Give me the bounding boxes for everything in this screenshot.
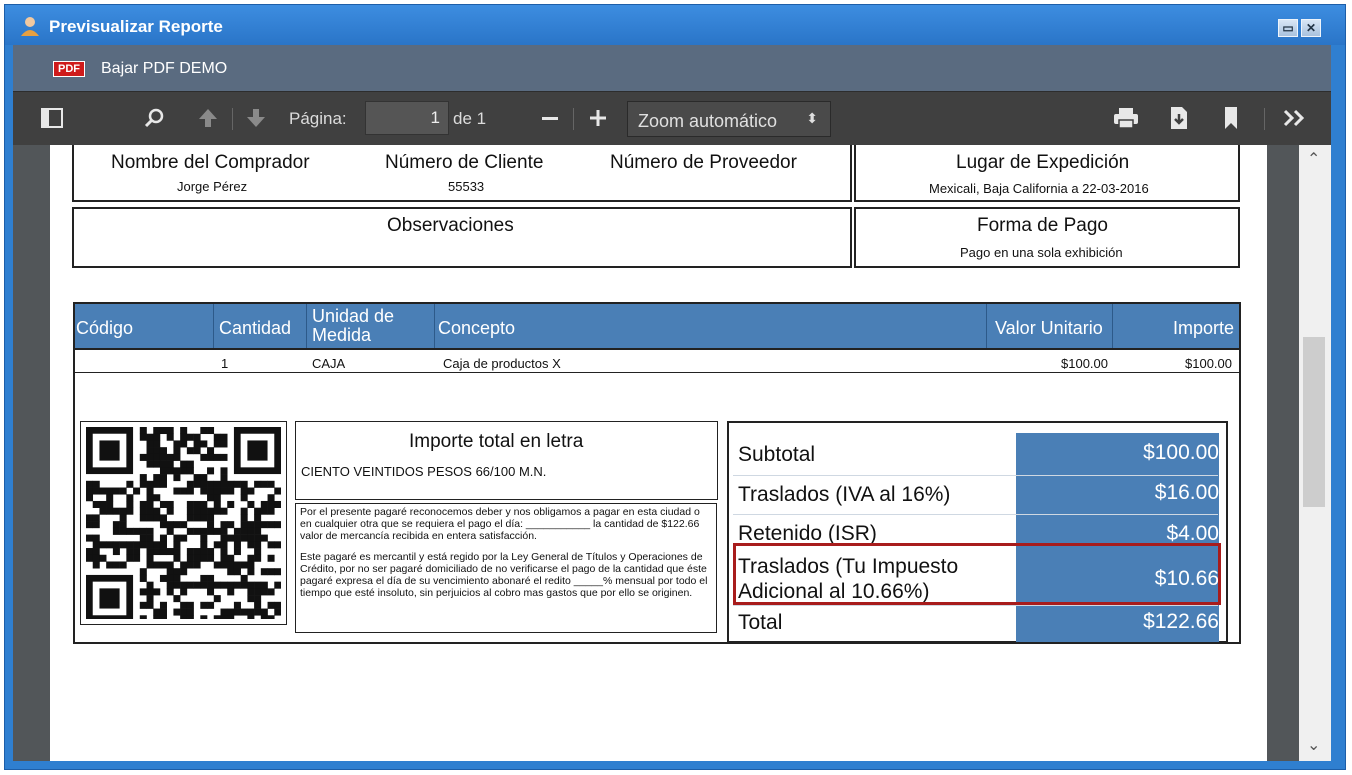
iva-label: Traslados (IVA al 16%): [738, 483, 951, 506]
total-value: $122.66: [1143, 610, 1219, 633]
col-codigo: Código: [76, 318, 134, 338]
title-bar[interactable]: Previsualizar Reporte ▭ ✕: [5, 5, 1345, 45]
user-icon: [21, 17, 39, 36]
amount-in-words-title: Importe total en letra: [409, 431, 584, 452]
promissory-note-p1: Por el presente pagaré reconocemos deber…: [300, 506, 700, 542]
zoom-out-icon[interactable]: [541, 110, 559, 128]
row-valor-unitario: $100.00: [1061, 356, 1108, 371]
client-number-label: Número de Cliente: [385, 152, 544, 173]
page-label: Página:: [289, 109, 347, 128]
header-divider: [986, 304, 987, 348]
col-concepto: Concepto: [438, 318, 516, 338]
total-label: Total: [738, 611, 783, 634]
page-number-input[interactable]: 1: [365, 101, 449, 135]
bookmark-icon[interactable]: [1223, 106, 1239, 130]
header-divider: [213, 304, 214, 348]
zoom-in-icon[interactable]: [589, 109, 607, 127]
client-number-value: 55533: [448, 179, 485, 194]
separator: [573, 108, 574, 130]
subtotal-value: $100.00: [1143, 441, 1219, 464]
scroll-down-icon[interactable]: ⌄: [1307, 735, 1320, 755]
supplier-number-label: Número de Proveedor: [610, 152, 797, 173]
page-count: de 1: [453, 109, 487, 128]
buyer-name-label: Nombre del Comprador: [111, 152, 310, 173]
highlight-box: [733, 543, 1221, 605]
col-unidad: Unidad de Medida: [312, 306, 395, 345]
col-cantidad: Cantidad: [219, 318, 292, 338]
download-icon[interactable]: [1169, 106, 1189, 130]
pdf-page: Nombre del Comprador Jorge Pérez Número …: [50, 145, 1267, 761]
zoom-select[interactable]: Zoom automático ⬍: [627, 101, 831, 137]
zoom-value: Zoom automático: [638, 111, 778, 131]
pdf-viewer[interactable]: Nombre del Comprador Jorge Pérez Número …: [13, 145, 1331, 761]
sidebar-toggle-icon[interactable]: [41, 108, 63, 128]
row-cantidad: 1: [221, 356, 229, 371]
col-valor-unitario: Valor Unitario: [995, 318, 1103, 338]
row-concepto: Caja de productos X: [443, 356, 561, 371]
window-title: Previsualizar Reporte: [49, 17, 223, 36]
qr-code-icon: [86, 427, 281, 619]
print-icon[interactable]: [1113, 107, 1139, 129]
chevron-updown-icon: ⬍: [806, 110, 818, 126]
header-divider: [1112, 304, 1113, 348]
promissory-note-p2: Este pagaré es mercantil y está regido p…: [300, 551, 708, 599]
header-divider: [434, 304, 435, 348]
next-page-icon[interactable]: [245, 107, 267, 129]
col-importe: Importe: [1173, 318, 1235, 338]
separator: [1264, 108, 1265, 130]
row-importe: $100.00: [1185, 356, 1232, 371]
maximize-button[interactable]: ▭: [1278, 19, 1298, 37]
promissory-note: Por el presente pagaré reconocemos deber…: [295, 503, 717, 633]
header-divider: [306, 304, 307, 348]
window-content: PDF Bajar PDF DEMO Página: 1 de 1 Zoom a…: [13, 45, 1331, 761]
scroll-up-icon[interactable]: ⌃: [1307, 149, 1320, 169]
payment-method-value: Pago en una sola exhibición: [960, 245, 1123, 260]
download-pdf-link[interactable]: Bajar PDF DEMO: [101, 60, 227, 78]
observations-label: Observaciones: [387, 215, 514, 236]
download-bar: PDF Bajar PDF DEMO: [13, 45, 1331, 91]
row-unidad: CAJA: [312, 356, 346, 371]
tools-menu-icon[interactable]: [1283, 109, 1307, 127]
report-preview-window: Previsualizar Reporte ▭ ✕ PDF Bajar PDF …: [4, 4, 1346, 770]
place-label: Lugar de Expedición: [956, 152, 1130, 173]
buyer-name-value: Jorge Pérez: [177, 179, 248, 194]
separator: [232, 108, 233, 130]
subtotal-label: Subtotal: [738, 443, 816, 466]
divider: [733, 475, 1218, 476]
divider: [733, 605, 1218, 606]
payment-method-label: Forma de Pago: [977, 215, 1108, 236]
previous-page-icon[interactable]: [197, 107, 219, 129]
pdf-icon[interactable]: PDF: [53, 61, 85, 77]
iva-value: $16.00: [1154, 481, 1219, 504]
scrollbar-thumb[interactable]: [1303, 337, 1325, 507]
place-value: Mexicali, Baja California a 22-03-2016: [929, 181, 1149, 196]
pdf-toolbar: Página: 1 de 1 Zoom automático ⬍: [13, 91, 1331, 146]
divider: [733, 514, 1218, 515]
search-icon[interactable]: [143, 107, 165, 129]
amount-in-words-value: CIENTO VEINTIDOS PESOS 66/100 M.N.: [301, 464, 547, 479]
close-button[interactable]: ✕: [1301, 19, 1321, 37]
